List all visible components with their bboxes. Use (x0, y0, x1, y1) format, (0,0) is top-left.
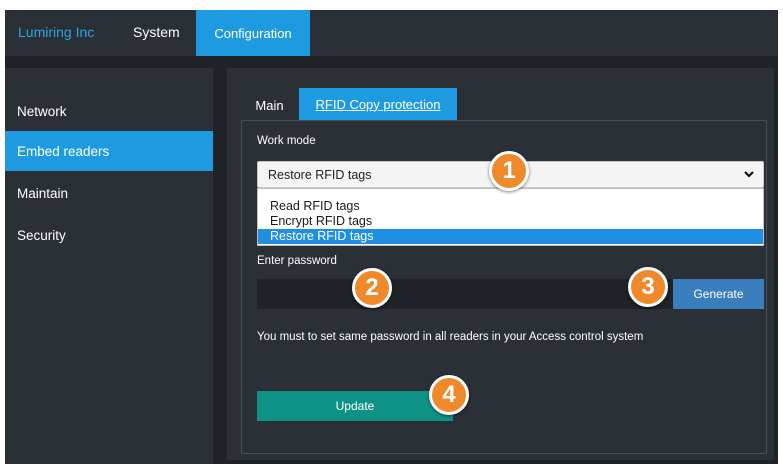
option-restore-rfid-tags[interactable]: Restore RFID tags (258, 229, 763, 244)
callout-4: 4 (429, 375, 469, 415)
nav-system[interactable]: System (133, 24, 180, 40)
sidebar-item-embed-readers[interactable]: Embed readers (5, 131, 213, 171)
generate-button[interactable]: Generate (673, 279, 764, 309)
password-hint: You must to set same password in all rea… (257, 331, 644, 343)
sidebar-item-network[interactable]: Network (5, 91, 213, 131)
callout-2: 2 (352, 268, 392, 308)
option-encrypt-rfid-tags[interactable]: Encrypt RFID tags (258, 214, 763, 229)
top-navbar: Lumiring Inc System Configuration (5, 10, 778, 56)
sidebar-item-security[interactable]: Security (5, 215, 213, 255)
tab-rfid-copy-protection[interactable]: RFID Copy protection (299, 88, 457, 120)
header-divider (5, 56, 778, 68)
password-input[interactable] (257, 279, 673, 309)
chevron-down-icon (744, 171, 754, 178)
sidebar-item-maintain[interactable]: Maintain (5, 173, 213, 213)
callout-3: 3 (628, 267, 668, 307)
work-mode-selected-value: Restore RFID tags (268, 167, 372, 182)
password-label: Enter password (257, 255, 337, 267)
main-content: Main RFID Copy protection Work mode Rest… (227, 68, 774, 460)
sidebar: Network Embed readers Maintain Security (5, 68, 213, 464)
update-button[interactable]: Update (257, 391, 453, 421)
option-read-rfid-tags[interactable]: Read RFID tags (258, 199, 763, 214)
app-window: Lumiring Inc System Configuration Networ… (5, 10, 778, 464)
tab-main[interactable]: Main (242, 90, 297, 120)
work-mode-dropdown: Read RFID tags Encrypt RFID tags Restore… (257, 188, 764, 246)
nav-configuration[interactable]: Configuration (196, 10, 310, 56)
work-mode-label: Work mode (257, 135, 316, 147)
brand-logo[interactable]: Lumiring Inc (18, 24, 94, 40)
callout-1: 1 (489, 151, 529, 191)
